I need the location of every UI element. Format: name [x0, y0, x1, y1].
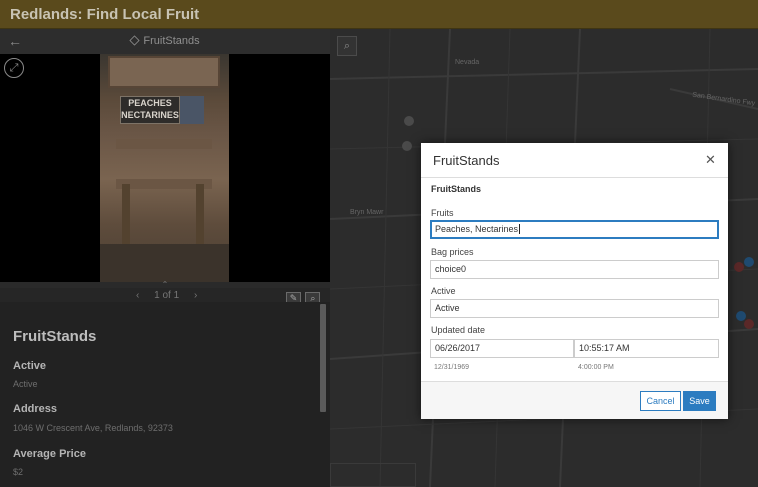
map-marker[interactable] — [404, 116, 414, 126]
photo-ground — [100, 244, 229, 282]
edit-feature-dialog: FruitStands ✕ FruitStands Fruits Peaches… — [421, 143, 728, 419]
map-widget-box — [330, 463, 416, 487]
photo-sign-blue — [180, 96, 204, 124]
feature-details: FruitStands Active Active Address 1046 W… — [0, 302, 330, 487]
fruit-stand-photo: PEACHES NECTARINES — [100, 54, 229, 282]
pager-prev-icon[interactable]: ‹ — [136, 290, 139, 301]
dialog-footer: Cancel Save — [421, 381, 728, 419]
photo-shelf — [116, 139, 212, 149]
panel-topbar: ← FruitStands — [0, 29, 330, 54]
updated-time-input[interactable]: 10:55:17 AM — [574, 339, 719, 358]
photo-roof — [108, 56, 220, 88]
expand-icon[interactable]: ⤢ — [4, 58, 24, 78]
field-label-active: Active — [13, 360, 47, 372]
map-marker[interactable] — [402, 141, 412, 151]
details-title: FruitStands — [13, 328, 97, 345]
dialog-header: FruitStands ✕ — [421, 143, 728, 178]
map-label: Nevada — [455, 59, 480, 66]
field-label-address: Address — [13, 403, 58, 415]
field-value-active: Active — [13, 379, 38, 389]
field-label-average-price: Average Price — [13, 448, 86, 460]
bag-prices-label: Bag prices — [431, 247, 474, 257]
search-icon[interactable]: ⌕ — [337, 36, 357, 56]
dialog-title: FruitStands — [433, 153, 500, 168]
layer-title: FruitStands — [0, 35, 330, 47]
updated-date-input[interactable]: 06/26/2017 — [430, 339, 574, 358]
updated-date-label: Updated date — [431, 325, 486, 335]
layer-title-text: FruitStands — [143, 35, 200, 47]
fruits-input-value: Peaches, Nectarines — [435, 224, 519, 234]
field-value-average-price: $2 — [13, 467, 24, 477]
panel-tools: ✎ ⌕ — [286, 288, 321, 305]
layers-icon — [129, 35, 140, 46]
active-select[interactable]: Active — [430, 299, 719, 318]
map-marker[interactable] — [744, 319, 754, 329]
map-label: Bryn Mawr — [350, 209, 384, 216]
bag-prices-input[interactable]: choice0 — [430, 260, 719, 279]
photo-sign: PEACHES NECTARINES — [120, 96, 180, 124]
chevron-up-icon[interactable]: ⌃ — [162, 280, 169, 289]
active-label: Active — [431, 286, 456, 296]
time-hint: 4:00:00 PM — [578, 364, 614, 371]
fruits-input[interactable]: Peaches, Nectarines — [430, 220, 719, 239]
date-hint: 12/31/1969 — [434, 364, 470, 371]
app-header: Redlands: Find Local Fruit — [0, 0, 758, 29]
app-title: Redlands: Find Local Fruit — [10, 6, 200, 23]
close-icon[interactable]: ✕ — [705, 152, 716, 168]
pager-next-icon[interactable]: › — [194, 290, 197, 301]
text-caret — [519, 224, 521, 234]
collapse-handle[interactable]: ⌃ — [0, 280, 330, 289]
details-scrollbar[interactable] — [320, 304, 326, 412]
save-button[interactable]: Save — [683, 391, 716, 411]
feature-panel: ← FruitStands ⤢ PEACHES NECTARINES ‹ 1 o… — [0, 29, 330, 487]
map-marker[interactable] — [744, 257, 754, 267]
pager-text: 1 of 1 — [154, 290, 180, 301]
map-marker[interactable] — [734, 262, 744, 272]
dialog-subtitle: FruitStands — [431, 184, 482, 194]
fruits-label: Fruits — [431, 208, 454, 218]
cancel-button[interactable]: Cancel — [640, 391, 681, 411]
attachment-pager: ‹ 1 of 1 › — [130, 290, 203, 301]
field-value-address: 1046 W Crescent Ave, Redlands, 92373 — [13, 423, 173, 433]
attachment-viewer: ⤢ PEACHES NECTARINES ‹ 1 of 1 › — [0, 54, 330, 301]
